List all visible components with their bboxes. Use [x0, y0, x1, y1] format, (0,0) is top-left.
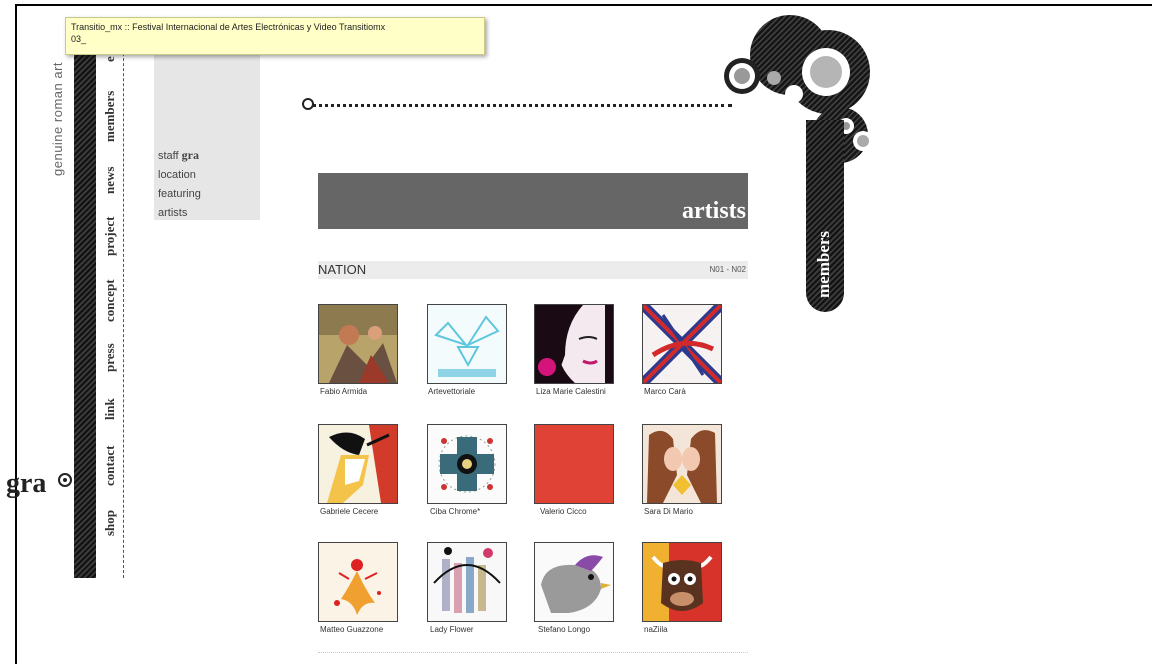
artist-name[interactable]: Sara Di Mario — [644, 507, 693, 516]
artist-thumb-naziila[interactable] — [642, 542, 722, 622]
artist-name[interactable]: Artevettoriale — [428, 387, 475, 396]
artist-thumb-ciba-chrome[interactable] — [427, 424, 507, 504]
artist-name[interactable]: Liza Marie Calestini — [536, 387, 606, 396]
artist-name[interactable]: Fabio Armida — [320, 387, 367, 396]
artist-name[interactable]: Valerio Cicco — [540, 507, 587, 516]
members-tab-label: members — [814, 230, 833, 298]
site-tagline: genuine roman art — [50, 61, 65, 176]
artist-thumb-gabriele-cecere[interactable] — [318, 424, 398, 504]
nav-item-concept[interactable]: concept — [102, 279, 118, 322]
red-square-image — [535, 425, 613, 503]
artist-thumb-lady-flower[interactable] — [427, 542, 507, 622]
group-label: NATION — [318, 262, 367, 277]
artist-thumb-stefano-longo[interactable] — [534, 542, 614, 622]
winged-logo-image — [428, 305, 506, 383]
circles-graphic-icon — [724, 15, 873, 163]
nav-divider — [123, 18, 124, 578]
gra-mark: gra — [181, 148, 199, 162]
tooltip: Transitio_mx :: Festival Internacional d… — [65, 17, 485, 55]
geisha-illustration-image — [319, 425, 397, 503]
footer-divider — [318, 652, 748, 661]
nav-item-link[interactable]: link — [102, 398, 118, 420]
submenu-item-staff[interactable]: staff gra — [158, 146, 201, 166]
artist-thumb-sara-di-mario[interactable] — [642, 424, 722, 504]
group-header: NATION N01 - N02 — [318, 261, 748, 279]
artist-thumb-liza-marie-calestini[interactable] — [534, 304, 614, 384]
artist-thumb-marco-cara[interactable] — [642, 304, 722, 384]
nav-item-partial[interactable]: e — [102, 56, 118, 62]
submenu-item-featuring[interactable]: featuring — [158, 185, 201, 204]
bird-illustration-image — [535, 543, 613, 621]
page-title: artists — [682, 198, 746, 224]
nav-item-news[interactable]: news — [102, 167, 118, 194]
artist-name[interactable]: Gabriele Cecere — [320, 507, 378, 516]
artist-name[interactable]: Stefano Longo — [538, 625, 590, 634]
submenu-item-artists[interactable]: artists — [158, 204, 201, 223]
artist-name[interactable]: Matteo Guazzone — [320, 625, 383, 634]
section-header: artists — [318, 173, 748, 229]
submenu-item-location[interactable]: location — [158, 166, 201, 185]
tooltip-line-2: 03_ — [71, 34, 87, 44]
nav-item-project[interactable]: project — [102, 217, 118, 256]
kaleidoscope-image — [428, 425, 506, 503]
face-illustration-image — [535, 305, 613, 383]
page-range-link[interactable]: N01 - N02 — [710, 265, 746, 274]
abstract-splash-image — [319, 543, 397, 621]
decorative-wire — [312, 104, 732, 107]
union-jack-image — [643, 305, 721, 383]
nav-item-press[interactable]: press — [102, 343, 118, 372]
artist-thumb-fabio-armida[interactable] — [318, 304, 398, 384]
tooltip-line-1: Transitio_mx :: Festival Internacional d… — [71, 22, 386, 32]
painting-figures-image — [319, 305, 397, 383]
nav-item-contact[interactable]: contact — [102, 446, 118, 486]
artist-thumb-artevettoriale[interactable] — [427, 304, 507, 384]
nav-stripe — [74, 18, 96, 578]
submenu: staff gra location featuring artists — [158, 146, 201, 223]
logo-ring-icon — [58, 473, 72, 487]
artist-name[interactable]: naZiila — [644, 625, 668, 634]
artist-name[interactable]: Ciba Chrome* — [430, 507, 480, 516]
collage-image — [428, 543, 506, 621]
artist-thumb-valerio-cicco[interactable] — [534, 424, 614, 504]
kissing-figures-image — [643, 425, 721, 503]
nav-item-members[interactable]: members — [102, 91, 118, 142]
nav-item-shop[interactable]: shop — [102, 510, 118, 536]
artist-thumb-matteo-guazzone[interactable] — [318, 542, 398, 622]
artist-name[interactable]: Marco Carà — [644, 387, 686, 396]
artist-name[interactable]: Lady Flower — [430, 625, 474, 634]
site-logo[interactable]: gra — [6, 468, 46, 500]
wire-end-icon — [302, 98, 314, 110]
bull-cartoon-image — [643, 543, 721, 621]
